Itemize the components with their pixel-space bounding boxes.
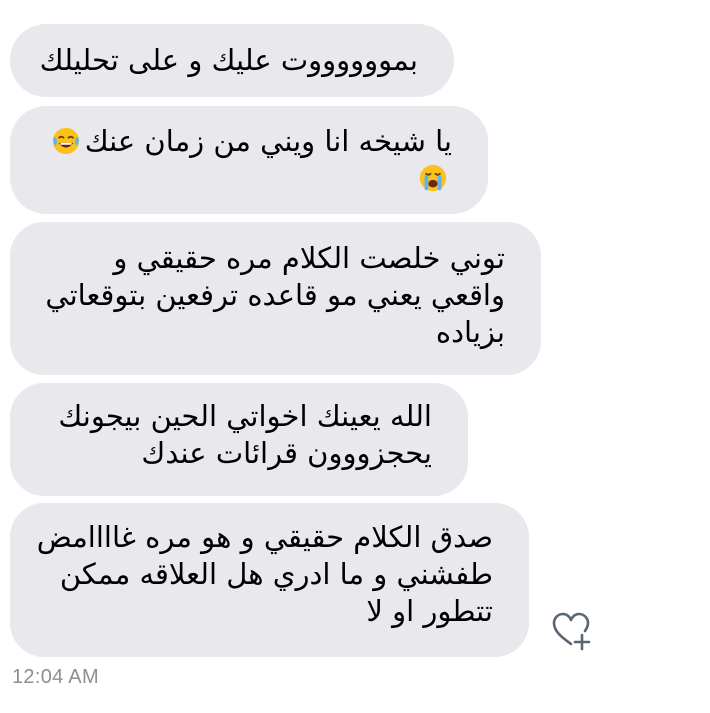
- message-text-line: [38, 160, 452, 197]
- message-timestamp: 12:04 AM: [12, 666, 99, 688]
- message-text-line: بزياده: [435, 315, 505, 349]
- message-text: يا شيخه انا ويني من زمان عنك: [84, 124, 452, 158]
- message-text-line: توني خلصت الكلام مره حقيقي و: [113, 241, 505, 275]
- message-bubble[interactable]: توني خلصت الكلام مره حقيقي و واقعي يعني …: [10, 222, 541, 375]
- loudly-crying-face-icon: [419, 164, 447, 192]
- message-bubble[interactable]: الله يعينك اخواتي الحين بيجونك يحجزووون …: [10, 383, 468, 496]
- message-text-line: الله يعينك اخواتي الحين بيجونك: [58, 399, 432, 433]
- face-with-tears-of-joy-icon: [52, 127, 79, 155]
- message-text-line: يحجزووون قرائات عندك: [141, 436, 432, 470]
- message-text-line: واقعي يعني مو قاعده ترفعين بتوقعاتي: [45, 278, 505, 312]
- message-text-line: تتطور او لا: [366, 594, 493, 628]
- message-bubble[interactable]: صدق الكلام حقيقي و هو مره غاااامض طفشني …: [10, 503, 529, 657]
- message-bubble[interactable]: يا شيخه انا ويني من زمان عنك: [10, 106, 488, 214]
- message-text-line: طفشني و ما ادري هل العلاقه ممكن: [59, 557, 493, 591]
- message-text-line: يا شيخه انا ويني من زمان عنك: [38, 123, 452, 160]
- heart-plus-icon[interactable]: [549, 607, 595, 653]
- message-bubble[interactable]: بمووووووت عليك و على تحليلك: [10, 24, 454, 97]
- message-text-line: صدق الكلام حقيقي و هو مره غاااامض: [36, 520, 493, 554]
- message-text-line: بمووووووت عليك و على تحليلك: [39, 43, 418, 77]
